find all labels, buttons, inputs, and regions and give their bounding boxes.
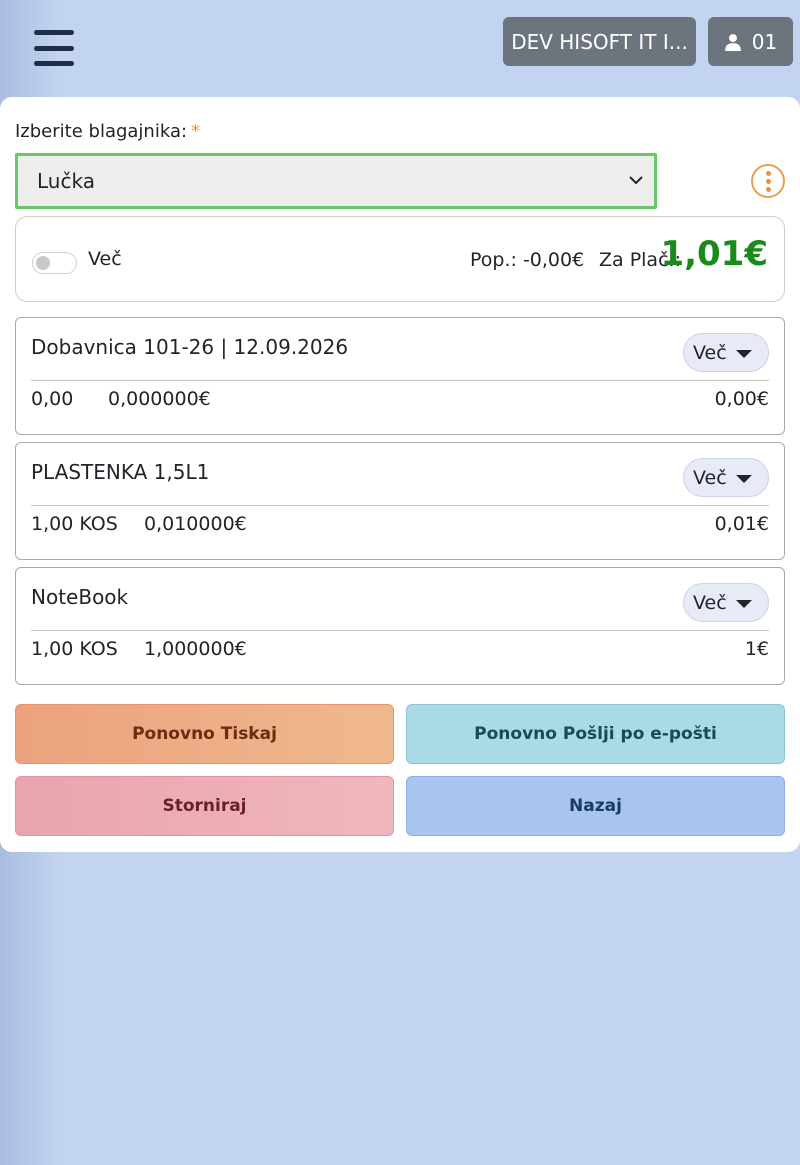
- to-pay-value: 1,01€: [660, 234, 768, 274]
- item-price: 1,000000€: [144, 638, 247, 660]
- list-item: NoteBook Več 1,00 KOS 1,000000€ 1€: [15, 567, 785, 685]
- item-more-button[interactable]: Več: [683, 333, 769, 372]
- divider: [31, 505, 769, 506]
- company-button[interactable]: DEV HISOFT IT I...: [503, 17, 696, 66]
- more-toggle[interactable]: [32, 252, 77, 274]
- top-bar: DEV HISOFT IT I... 01: [0, 0, 800, 97]
- item-quantity: 1,00 KOS: [31, 513, 118, 535]
- discount-text: Pop.: -0,00€: [470, 249, 585, 271]
- divider: [31, 630, 769, 631]
- required-mark: *: [191, 121, 201, 142]
- summary-panel: Več Pop.: -0,00€ Za Plač.: 1,01€: [15, 216, 785, 302]
- caret-down-icon: [736, 350, 752, 358]
- item-title: Dobavnica 101-26 | 12.09.2026: [31, 335, 349, 359]
- caret-down-icon: [736, 475, 752, 483]
- divider: [31, 380, 769, 381]
- item-more-label: Več: [693, 591, 727, 614]
- item-price: 0,010000€: [144, 513, 247, 535]
- back-label: Nazaj: [569, 796, 622, 816]
- user-label: 01: [751, 29, 778, 54]
- hamburger-menu-icon[interactable]: [34, 30, 74, 66]
- item-more-button[interactable]: Več: [683, 458, 769, 497]
- cashier-select[interactable]: Lučka: [15, 153, 657, 209]
- storno-button[interactable]: Storniraj: [15, 776, 394, 836]
- caret-down-icon: [736, 600, 752, 608]
- user-button[interactable]: 01: [708, 17, 793, 66]
- list-item: Dobavnica 101-26 | 12.09.2026 Več 0,00 0…: [15, 317, 785, 435]
- item-more-label: Več: [693, 341, 727, 364]
- reprint-button[interactable]: Ponovno Tiskaj: [15, 704, 394, 764]
- item-more-label: Več: [693, 466, 727, 489]
- more-toggle-label: Več: [88, 248, 122, 270]
- back-button[interactable]: Nazaj: [406, 776, 785, 836]
- item-price: 0,000000€: [108, 388, 211, 410]
- item-quantity: 1,00 KOS: [31, 638, 118, 660]
- item-title: PLASTENKA 1,5L1: [31, 460, 210, 484]
- item-total: 0,00€: [714, 388, 769, 410]
- resend-email-button[interactable]: Ponovno Pošlji po e-pošti: [406, 704, 785, 764]
- item-total: 1€: [744, 638, 769, 660]
- chevron-down-icon: [629, 176, 643, 185]
- item-quantity: 0,00: [31, 388, 74, 410]
- list-item: PLASTENKA 1,5L1 Več 1,00 KOS 0,010000€ 0…: [15, 442, 785, 560]
- resend-email-label: Ponovno Pošlji po e-pošti: [474, 724, 717, 744]
- reprint-label: Ponovno Tiskaj: [132, 724, 277, 744]
- item-more-button[interactable]: Več: [683, 583, 769, 622]
- cashier-selected-value: Lučka: [37, 169, 95, 193]
- cashier-label-text: Izberite blagajnika:: [15, 121, 188, 142]
- user-icon: [724, 33, 741, 51]
- item-total: 0,01€: [714, 513, 769, 535]
- receipt-card: Izberite blagajnika: * Lučka Več Pop.: -0…: [0, 97, 800, 852]
- cashier-label: Izberite blagajnika: *: [15, 121, 200, 142]
- item-title: NoteBook: [31, 585, 129, 609]
- storno-label: Storniraj: [162, 796, 247, 816]
- company-label: DEV HISOFT IT I...: [511, 29, 688, 54]
- kebab-menu-icon[interactable]: [751, 164, 785, 198]
